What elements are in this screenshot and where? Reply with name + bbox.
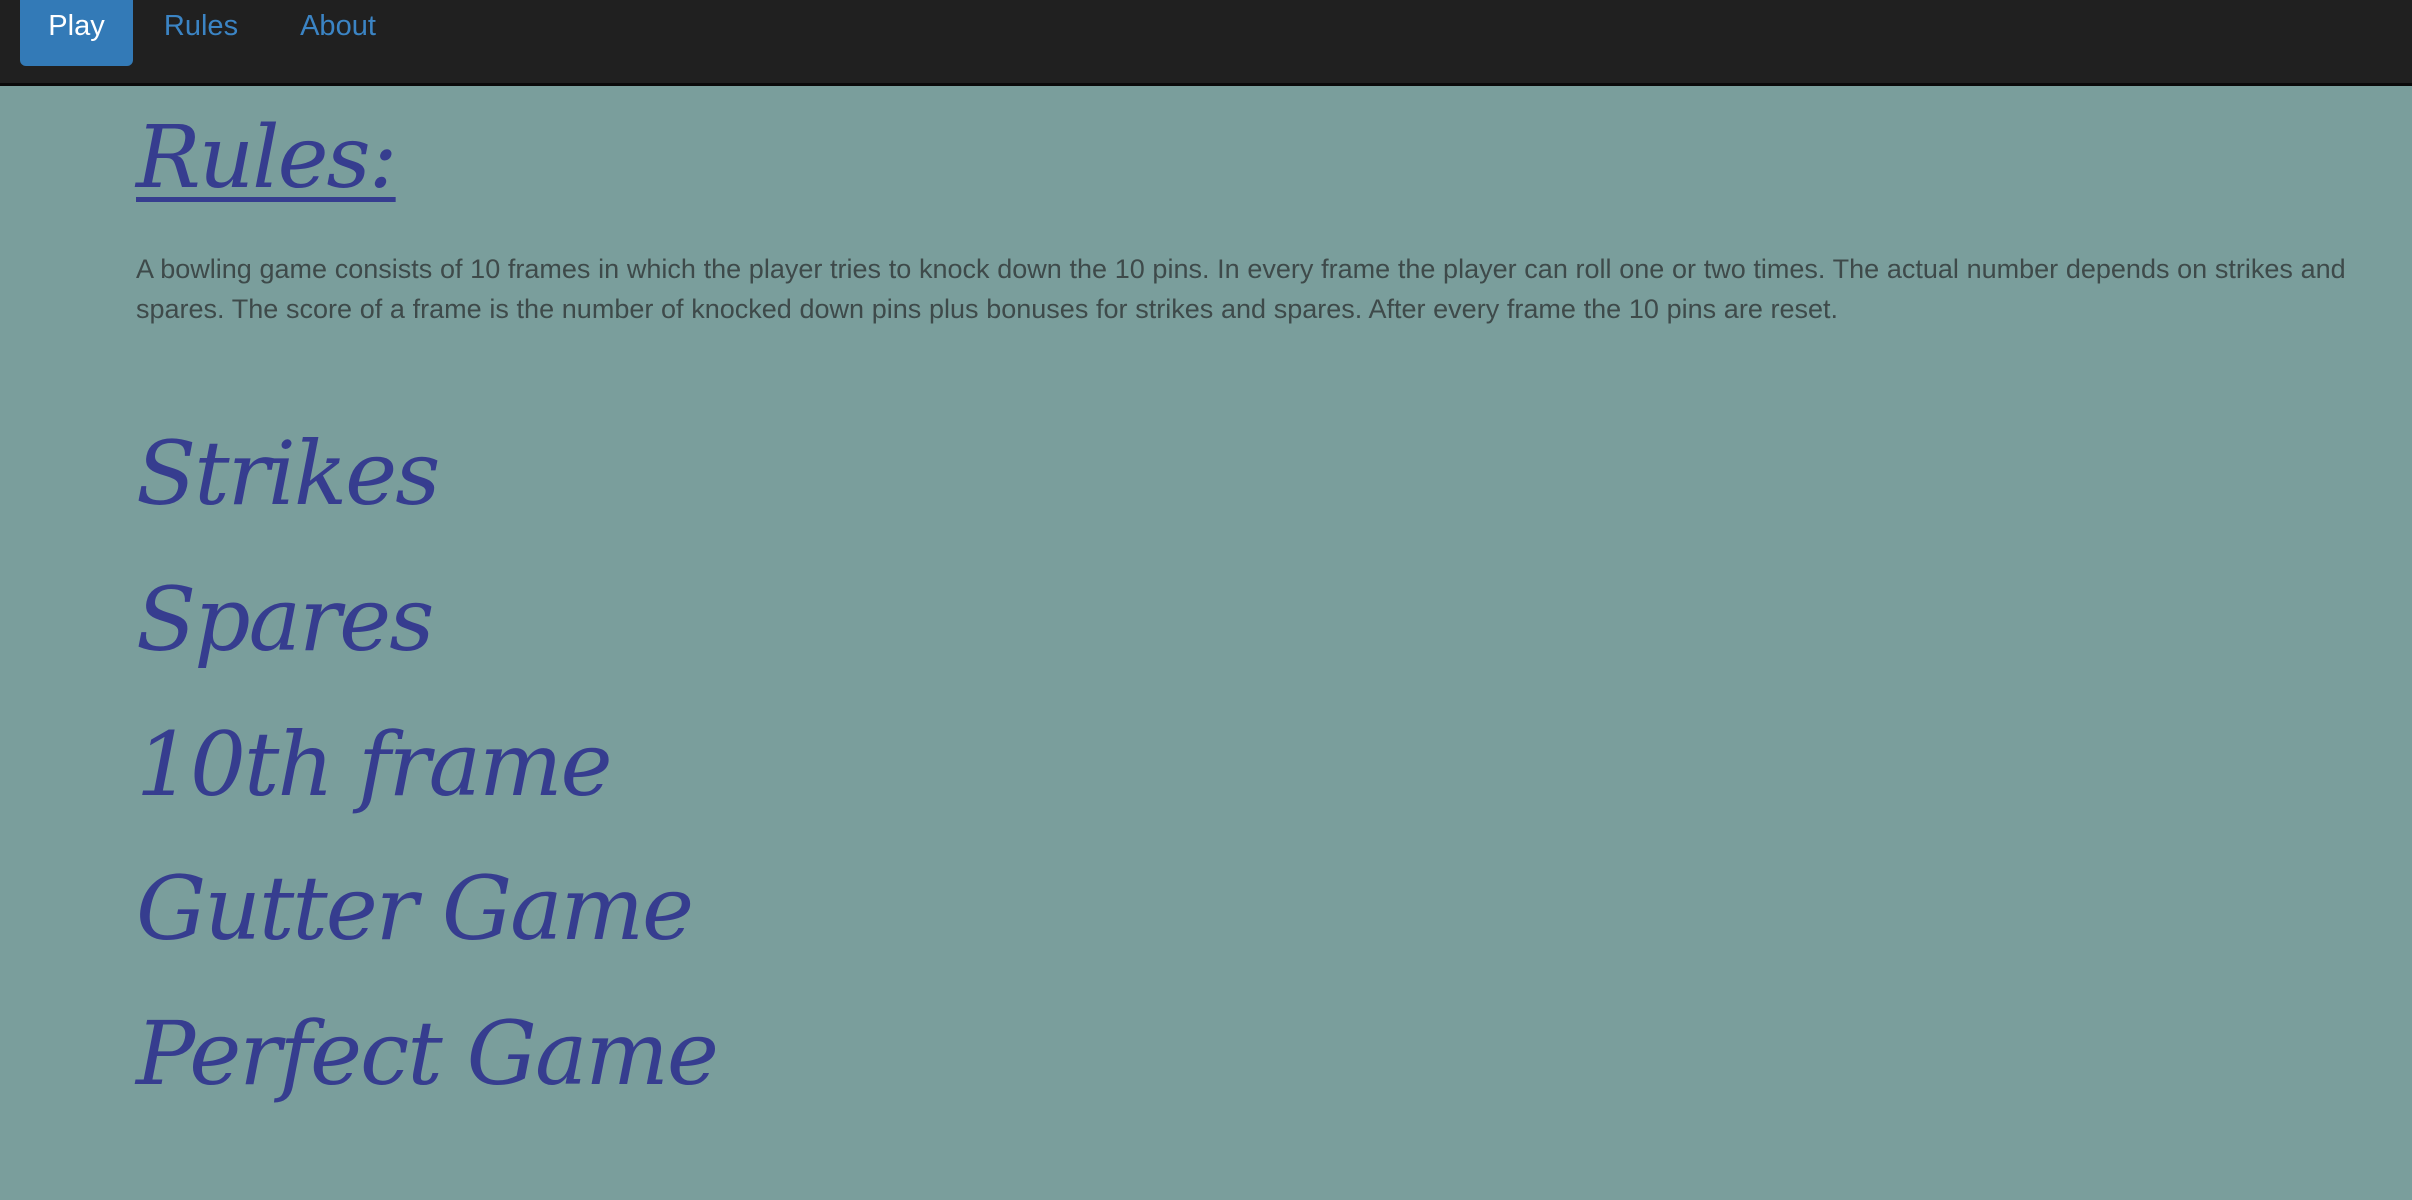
- section-heading-strikes[interactable]: Strikes: [136, 419, 440, 529]
- section-heading-spares[interactable]: Spares: [136, 565, 434, 675]
- section-heading-perfect-game[interactable]: Perfect Game: [136, 999, 719, 1109]
- nav-rules-tab[interactable]: Rules: [152, 0, 250, 66]
- nav-about-tab[interactable]: About: [288, 0, 388, 66]
- page-title: Rules:: [136, 108, 398, 208]
- top-navbar: Play Rules About: [0, 0, 2412, 86]
- nav-play-tab[interactable]: Play: [20, 0, 133, 66]
- rules-intro-text: A bowling game consists of 10 frames in …: [136, 254, 2346, 324]
- section-heading-gutter-game[interactable]: Gutter Game: [136, 854, 694, 964]
- section-heading-10th-frame[interactable]: 10th frame: [136, 710, 613, 820]
